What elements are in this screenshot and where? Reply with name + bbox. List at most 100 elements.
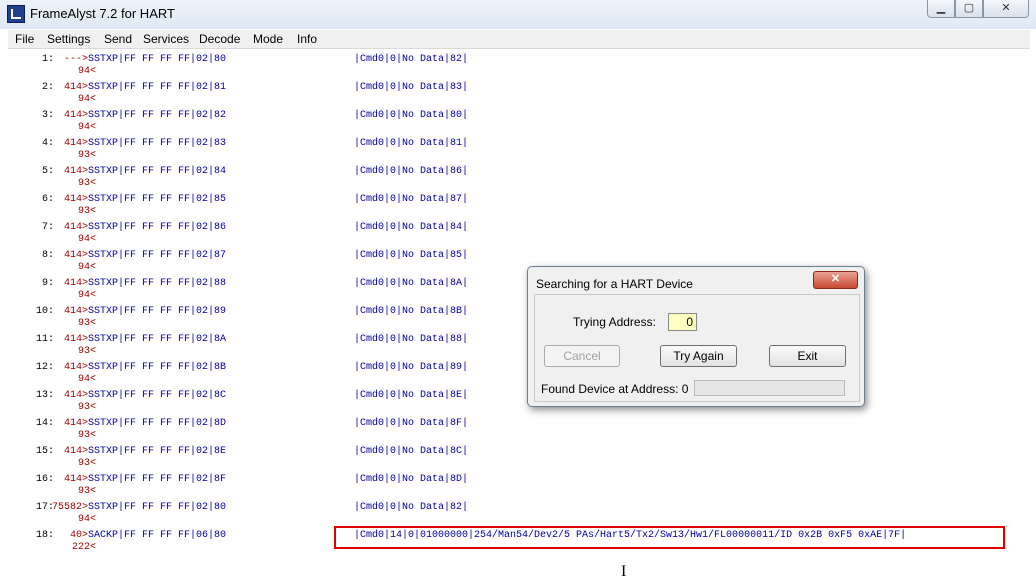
log-tail-count: 94< bbox=[78, 122, 97, 133]
log-row-number: 9: bbox=[42, 278, 55, 289]
maximize-button[interactable]: ▢ bbox=[955, 0, 983, 18]
log-frame: SSTXP|FF FF FF FF|02|8A bbox=[88, 334, 227, 345]
trying-address-label: Trying Address: bbox=[573, 315, 656, 329]
log-response: |Cmd0|0|No Data|84| bbox=[354, 222, 469, 233]
log-row-number: 16: bbox=[36, 474, 55, 485]
log-row-number: 11: bbox=[36, 334, 55, 345]
log-frame: SSTXP|FF FF FF FF|02|8C bbox=[88, 390, 227, 401]
menu-settings[interactable]: Settings bbox=[47, 32, 90, 46]
log-response: |Cmd0|0|No Data|88| bbox=[354, 334, 469, 345]
log-response: |Cmd0|0|No Data|82| bbox=[354, 502, 469, 513]
dialog-title: Searching for a HART Device bbox=[536, 277, 693, 291]
log-tail-count: 93< bbox=[78, 318, 97, 329]
highlight-box bbox=[334, 526, 1005, 549]
minimize-button[interactable]: ▁ bbox=[927, 0, 955, 18]
log-tail-count: 93< bbox=[78, 486, 97, 497]
trying-address-field: 0 bbox=[668, 313, 697, 331]
log-frame: SSTXP|FF FF FF FF|02|84 bbox=[88, 166, 227, 177]
log-tail-count: 94< bbox=[78, 262, 97, 273]
log-response: |Cmd0|0|No Data|8E| bbox=[354, 390, 469, 401]
log-frame: SSTXP|FF FF FF FF|02|8B bbox=[88, 362, 227, 373]
log-row-number: 2: bbox=[42, 82, 55, 93]
search-progress-bar bbox=[694, 380, 845, 396]
log-byte-count: 414> bbox=[64, 474, 89, 485]
log-tail-count: 94< bbox=[78, 234, 97, 245]
log-row-number: 3: bbox=[42, 110, 55, 121]
log-frame: SSTXP|FF FF FF FF|02|81 bbox=[88, 82, 227, 93]
log-response: |Cmd0|0|No Data|8A| bbox=[354, 278, 469, 289]
window-title: FrameAlyst 7.2 for HART bbox=[30, 6, 175, 21]
log-byte-count: 40> bbox=[70, 530, 89, 541]
log-byte-count: 414> bbox=[64, 390, 89, 401]
log-frame: SACKP|FF FF FF FF|06|80 bbox=[88, 530, 227, 541]
log-byte-count: 414> bbox=[64, 250, 89, 261]
app-icon bbox=[7, 5, 25, 23]
log-frame: SSTXP|FF FF FF FF|02|8E bbox=[88, 446, 227, 457]
log-response: |Cmd0|0|No Data|8D| bbox=[354, 474, 469, 485]
menu-services[interactable]: Services bbox=[143, 32, 189, 46]
log-byte-count: 414> bbox=[64, 446, 89, 457]
log-byte-count: 414> bbox=[64, 222, 89, 233]
log-row-number: 18: bbox=[36, 530, 55, 541]
log-byte-count: 414> bbox=[64, 306, 89, 317]
dialog-close-button[interactable]: ✕ bbox=[813, 271, 858, 289]
menu-bar: File Settings Send Services Decode Mode … bbox=[8, 30, 1030, 49]
log-tail-count: 94< bbox=[78, 66, 97, 77]
log-frame: SSTXP|FF FF FF FF|02|86 bbox=[88, 222, 227, 233]
log-response: |Cmd0|0|No Data|85| bbox=[354, 250, 469, 261]
cancel-button[interactable]: Cancel bbox=[544, 345, 620, 367]
log-frame: SSTXP|FF FF FF FF|02|80 bbox=[88, 502, 227, 513]
search-dialog: Searching for a HART Device ✕ Trying Add… bbox=[527, 266, 865, 407]
log-byte-count: 414> bbox=[64, 138, 89, 149]
log-tail-count: 94< bbox=[78, 290, 97, 301]
log-byte-count: 414> bbox=[64, 278, 89, 289]
try-again-button[interactable]: Try Again bbox=[660, 345, 737, 367]
log-row-number: 8: bbox=[42, 250, 55, 261]
close-window-button[interactable]: ✕ bbox=[983, 0, 1029, 18]
log-tail-count: 93< bbox=[78, 206, 97, 217]
log-area[interactable]: 1: ---> SSTXP|FF FF FF FF|02|80 |Cmd0|0|No … bbox=[8, 49, 1030, 586]
log-row-number: 15: bbox=[36, 446, 55, 457]
log-tail-count: 93< bbox=[78, 178, 97, 189]
log-byte-count: 414> bbox=[64, 194, 89, 205]
log-frame: SSTXP|FF FF FF FF|02|80 bbox=[88, 54, 227, 65]
menu-mode[interactable]: Mode bbox=[253, 32, 283, 46]
log-row-number: 14: bbox=[36, 418, 55, 429]
log-response: |Cmd0|0|No Data|89| bbox=[354, 362, 469, 373]
menu-file[interactable]: File bbox=[15, 32, 34, 46]
log-response: |Cmd0|0|No Data|87| bbox=[354, 194, 469, 205]
log-tail-count: 94< bbox=[78, 374, 97, 385]
log-frame: SSTXP|FF FF FF FF|02|88 bbox=[88, 278, 227, 289]
log-tail-count: 93< bbox=[78, 458, 97, 469]
log-response: |Cmd0|0|No Data|83| bbox=[354, 82, 469, 93]
log-response: |Cmd0|0|No Data|8B| bbox=[354, 306, 469, 317]
menu-decode[interactable]: Decode bbox=[199, 32, 240, 46]
log-byte-count: ---> bbox=[64, 54, 89, 65]
log-response: |Cmd0|0|No Data|80| bbox=[354, 110, 469, 121]
log-frame: SSTXP|FF FF FF FF|02|8F bbox=[88, 474, 227, 485]
log-tail-count: 93< bbox=[78, 430, 97, 441]
log-response: |Cmd0|0|No Data|82| bbox=[354, 54, 469, 65]
log-row-number: 4: bbox=[42, 138, 55, 149]
log-response: |Cmd0|0|No Data|81| bbox=[354, 138, 469, 149]
title-bar: FrameAlyst 7.2 for HART ▁ ▢ ✕ bbox=[0, 0, 1036, 29]
log-tail-count: 222< bbox=[72, 542, 97, 553]
menu-info[interactable]: Info bbox=[297, 32, 317, 46]
menu-send[interactable]: Send bbox=[104, 32, 132, 46]
log-row-number: 12: bbox=[36, 362, 55, 373]
log-byte-count: 414> bbox=[64, 334, 89, 345]
log-tail-count: 94< bbox=[78, 94, 97, 105]
log-byte-count: 414> bbox=[64, 110, 89, 121]
log-byte-count: 414> bbox=[64, 362, 89, 373]
log-byte-count: 75582> bbox=[52, 502, 89, 513]
log-frame: SSTXP|FF FF FF FF|02|82 bbox=[88, 110, 227, 121]
log-byte-count: 414> bbox=[64, 166, 89, 177]
log-response: |Cmd0|0|No Data|86| bbox=[354, 166, 469, 177]
log-row-number: 13: bbox=[36, 390, 55, 401]
log-row-number: 5: bbox=[42, 166, 55, 177]
log-row-number: 7: bbox=[42, 222, 55, 233]
log-frame: SSTXP|FF FF FF FF|02|89 bbox=[88, 306, 227, 317]
log-row-number: 10: bbox=[36, 306, 55, 317]
log-tail-count: 93< bbox=[78, 150, 97, 161]
exit-button[interactable]: Exit bbox=[769, 345, 846, 367]
